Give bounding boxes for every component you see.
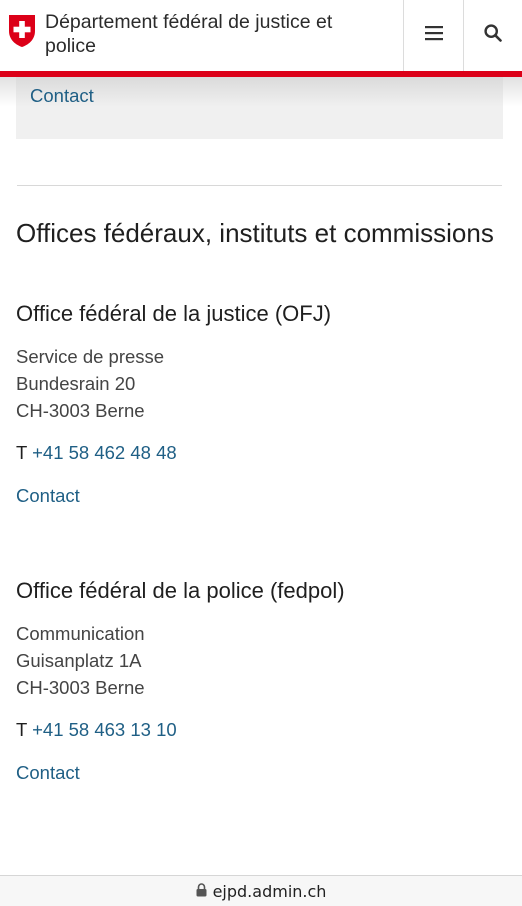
address-line: CH-3003 Berne [16, 677, 145, 698]
address-line: CH-3003 Berne [16, 400, 145, 421]
address-line: Communication [16, 623, 145, 644]
url-text: ejpd.admin.ch [212, 881, 327, 901]
section-divider [17, 185, 502, 186]
swiss-coat-of-arms-logo[interactable] [8, 14, 36, 48]
address-line: Service de presse [16, 346, 165, 367]
phone-prefix: T [16, 442, 33, 463]
office-name: Office fédéral de la justice (OFJ) [16, 301, 332, 326]
phone-link[interactable]: +41 58 462 48 48 [32, 442, 177, 463]
address-line: Guisanplatz 1A [16, 650, 142, 671]
site-header: Département fédéral de justice et police [0, 0, 522, 72]
hamburger-menu-icon [424, 25, 443, 46]
office-name: Office fédéral de la police (fedpol) [16, 578, 345, 603]
search-icon [484, 24, 502, 47]
site-title[interactable]: Département fédéral de justice et police [45, 10, 385, 58]
menu-button[interactable] [403, 0, 463, 71]
office-phone: T +41 58 463 13 10 [16, 716, 506, 743]
card-contact-link[interactable]: Contact [30, 85, 94, 107]
office-contact-link[interactable]: Contact [16, 759, 80, 786]
browser-url-bar[interactable]: ejpd.admin.ch [0, 875, 522, 906]
office-contact-link[interactable]: Contact [16, 482, 80, 509]
office-block-fedpol: Office fédéral de la police (fedpol) Com… [16, 577, 506, 786]
address-line: Bundesrain 20 [16, 373, 136, 394]
office-address: Service de presse Bundesrain 20 CH-3003 … [16, 343, 506, 424]
section-heading: Offices fédéraux, instituts et commissio… [16, 218, 494, 248]
phone-link[interactable]: +41 58 463 13 10 [32, 719, 177, 740]
search-button[interactable] [463, 0, 522, 71]
lock-icon [196, 882, 207, 901]
office-address: Communication Guisanplatz 1A CH-3003 Ber… [16, 620, 506, 701]
office-phone: T +41 58 462 48 48 [16, 439, 506, 466]
phone-prefix: T [16, 719, 33, 740]
office-block-ofj: Office fédéral de la justice (OFJ) Servi… [16, 300, 506, 509]
header-accent-line [0, 71, 522, 77]
